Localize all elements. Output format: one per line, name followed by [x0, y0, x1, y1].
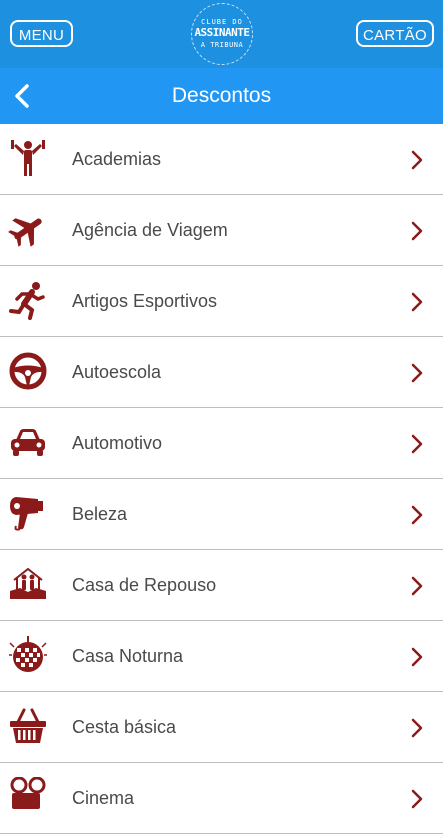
list-item[interactable]: Academias [0, 124, 443, 195]
logo-middle-text: ASSINANTE [194, 26, 250, 39]
chevron-right-icon [411, 505, 423, 525]
chevron-right-icon [411, 150, 423, 170]
list-item-label: Academias [72, 149, 162, 169]
list-item-label: Casa Noturna [72, 646, 184, 666]
chevron-right-icon [411, 718, 423, 738]
chevron-right-icon [411, 221, 423, 241]
list-item-label: Casa de Repouso [72, 575, 217, 595]
chevron-right-icon [411, 434, 423, 454]
list-item[interactable]: Beleza [0, 479, 443, 550]
airplane-icon [8, 218, 42, 247]
top-bar: MENU CLUBE DO ASSINANTE A TRIBUNA CARTÃO [0, 0, 443, 68]
section-bar: Descontos [0, 68, 443, 124]
page-title: Descontos [171, 84, 272, 107]
list-item-label: Cinema [72, 788, 135, 808]
list-item[interactable]: Agência de Viagem [0, 195, 443, 266]
list-item[interactable]: Autoescola [0, 337, 443, 408]
steering-wheel-icon [9, 352, 47, 390]
list-item[interactable]: Cinema [0, 763, 443, 834]
running-person-icon [9, 282, 45, 320]
back-button[interactable] [10, 82, 36, 110]
list-item[interactable]: Casa Noturna [0, 621, 443, 692]
list-item-label: Artigos Esportivos [72, 291, 218, 311]
card-button[interactable]: CARTÃO [356, 20, 434, 47]
car-icon [11, 429, 45, 456]
chevron-right-icon [411, 576, 423, 596]
film-reel-icon [10, 777, 46, 809]
chevron-right-icon [411, 647, 423, 667]
list-item[interactable]: Cesta básica [0, 692, 443, 763]
menu-button[interactable]: MENU [10, 20, 73, 47]
chevron-right-icon [411, 363, 423, 383]
category-list: Academias Agência de Viagem Artigos Espo… [0, 124, 443, 834]
club-logo[interactable]: CLUBE DO ASSINANTE A TRIBUNA [191, 3, 253, 65]
chevron-right-icon [411, 292, 423, 312]
gym-person-icon [11, 140, 45, 176]
list-item-label: Autoescola [72, 362, 162, 382]
list-item-label: Cesta básica [72, 717, 177, 737]
list-item[interactable]: Artigos Esportivos [0, 266, 443, 337]
basket-icon [10, 708, 46, 743]
list-item-label: Beleza [72, 504, 128, 524]
list-item-label: Automotivo [72, 433, 163, 453]
list-item[interactable]: Casa de Repouso [0, 550, 443, 621]
list-item-label: Agência de Viagem [72, 220, 228, 240]
list-item[interactable]: Automotivo [0, 408, 443, 479]
logo-bottom-text: A TRIBUNA [200, 41, 244, 49]
elderly-home-icon [10, 567, 46, 599]
logo-top-text: CLUBE DO [201, 18, 243, 26]
disco-ball-icon [9, 636, 47, 672]
hair-dryer-icon [10, 497, 43, 531]
chevron-right-icon [411, 789, 423, 809]
